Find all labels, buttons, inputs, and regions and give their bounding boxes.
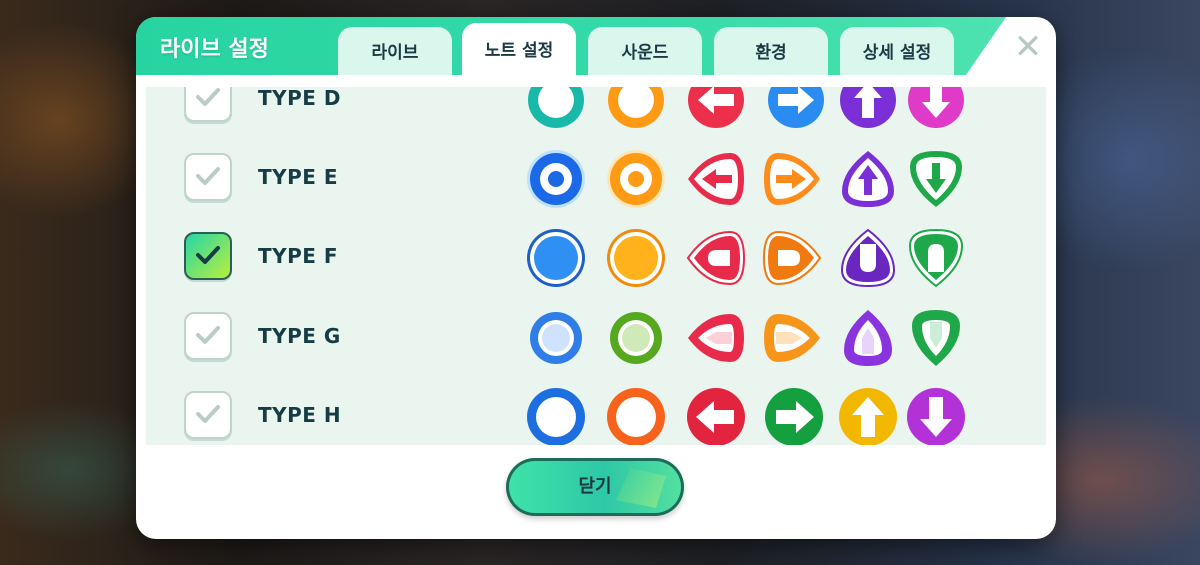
tab-environment[interactable]: 환경 <box>714 27 828 75</box>
orange-ring-note-icon <box>607 388 665 445</box>
red-left-hollow-drop-icon <box>688 314 744 362</box>
pink-down-arrow-note-icon <box>908 87 964 128</box>
list-item: TYPE F <box>146 218 1046 298</box>
purple-up-hollow-drop-icon <box>844 310 892 366</box>
type-h-checkbox[interactable] <box>184 391 232 439</box>
purple-up-arrow-drop-icon <box>842 151 894 207</box>
orange-right-hollow-drop-icon <box>764 314 820 362</box>
green-dot-note-icon <box>610 312 662 364</box>
green-down-arrow-drop-icon <box>910 151 962 207</box>
blue-dot-note-icon <box>530 312 582 364</box>
list-item: TYPE H <box>146 377 1046 445</box>
green-down-n-drop-icon <box>908 228 964 288</box>
yellow-up-arrow-note-icon <box>839 388 897 445</box>
tab-advanced-settings[interactable]: 상세 설정 <box>840 27 954 75</box>
blue-solid-circle-note-icon <box>527 229 585 287</box>
red-left-arrow-drop-icon <box>688 153 744 205</box>
orange-right-arrow-drop-icon <box>764 153 820 205</box>
blue-right-arrow-note-icon <box>768 87 824 128</box>
close-button-label: 닫기 <box>578 476 612 497</box>
list-item: TYPE G <box>146 298 1046 378</box>
red-left-arrow-note-icon <box>688 87 744 128</box>
type-label: TYPE E <box>258 165 339 189</box>
orange-right-c-drop-icon <box>762 230 822 286</box>
purple-up-arrow-note-icon <box>840 87 896 128</box>
tab-live[interactable]: 라이브 <box>338 27 452 75</box>
green-right-arrow-note-icon <box>765 388 823 445</box>
close-icon[interactable]: ✕ <box>1008 29 1048 65</box>
button-shine <box>616 468 666 508</box>
type-e-checkbox[interactable] <box>184 153 232 201</box>
type-label: TYPE D <box>258 87 342 110</box>
close-button[interactable]: 닫기 <box>506 458 684 516</box>
purple-down-arrow-note-icon <box>907 388 965 445</box>
list-item: TYPE E <box>146 139 1046 219</box>
type-d-checkbox[interactable] <box>184 87 232 122</box>
type-g-checkbox[interactable] <box>184 312 232 360</box>
live-settings-dialog: 라이브 설정 라이브 노트 설정 사운드 환경 상세 설정 ✕ TYPE D T… <box>136 17 1056 539</box>
teal-ring-note-icon <box>528 87 584 128</box>
blue-target-note-icon <box>527 150 585 208</box>
orange-ring-note-icon <box>608 87 664 128</box>
note-type-list[interactable]: TYPE D TYPE E TYPE F TYPE G TYPE H <box>146 87 1046 445</box>
orange-target-note-icon <box>607 150 665 208</box>
red-left-c-drop-icon <box>686 230 746 286</box>
type-label: TYPE F <box>258 244 339 268</box>
red-left-arrow-note-icon <box>687 388 745 445</box>
orange-solid-circle-note-icon <box>607 229 665 287</box>
type-label: TYPE G <box>258 324 341 348</box>
type-f-checkbox[interactable] <box>184 232 232 280</box>
list-item: TYPE D <box>146 87 1046 140</box>
dialog-title: 라이브 설정 <box>160 37 269 62</box>
green-down-hollow-drop-icon <box>912 310 960 366</box>
purple-up-u-drop-icon <box>840 228 896 288</box>
type-label: TYPE H <box>258 403 342 427</box>
blue-ring-note-icon <box>527 388 585 445</box>
tab-note-settings[interactable]: 노트 설정 <box>462 23 576 75</box>
tab-sound[interactable]: 사운드 <box>588 27 702 75</box>
